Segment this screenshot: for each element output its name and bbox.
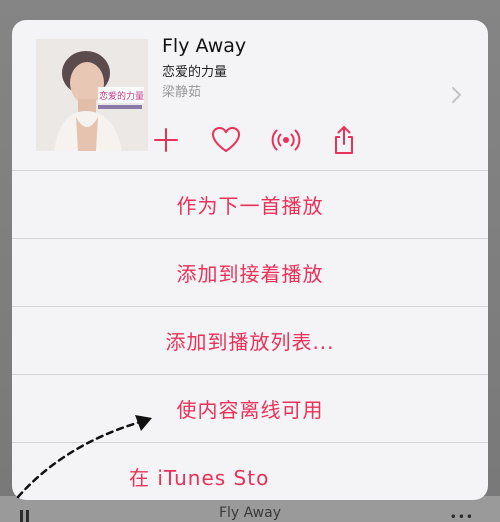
quick-actions — [148, 122, 368, 158]
action-sheet: 恋爱的力量 Fly Away 恋爱的力量 梁静茹 作为下一首播放 添加到接着播放… — [12, 20, 488, 500]
itunes-store-item[interactable]: 在 iTunes Sto — [12, 442, 488, 500]
add-to-playlist-item[interactable]: 添加到播放列表... — [12, 306, 488, 374]
artist-name[interactable]: 梁静茹 — [162, 81, 201, 100]
song-header: 恋爱的力量 Fly Away 恋爱的力量 梁静茹 — [12, 20, 488, 170]
mini-player-title: Fly Away — [218, 505, 281, 521]
radio-icon — [271, 129, 301, 151]
love-button[interactable] — [208, 122, 244, 158]
more-icon[interactable]: ••• — [450, 510, 474, 522]
action-menu: 作为下一首播放 添加到接着播放 添加到播放列表... 使内容离线可用 在 iTu… — [12, 170, 488, 500]
add-button[interactable] — [148, 122, 184, 158]
album-cover: 恋爱的力量 — [36, 39, 148, 151]
chevron-right-icon[interactable] — [450, 85, 464, 105]
add-to-up-next-item[interactable]: 添加到接着播放 — [12, 238, 488, 306]
share-icon — [335, 126, 353, 154]
plus-icon — [154, 128, 178, 152]
cover-title: 恋爱的力量 — [99, 90, 144, 102]
play-next-item[interactable]: 作为下一首播放 — [12, 170, 488, 238]
heart-icon — [212, 127, 240, 152]
pause-icon[interactable] — [20, 510, 29, 522]
song-title: Fly Away — [162, 35, 247, 57]
album-name: 恋爱的力量 — [162, 65, 228, 80]
share-button[interactable] — [326, 122, 362, 158]
make-available-offline-item[interactable]: 使内容离线可用 — [12, 374, 488, 442]
create-station-button[interactable] — [268, 122, 304, 158]
